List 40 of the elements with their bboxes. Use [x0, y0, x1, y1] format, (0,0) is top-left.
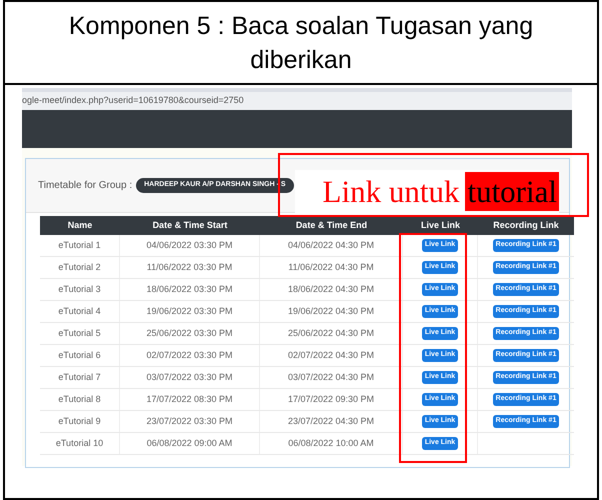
table-cell: 04/06/2022 04:30 PM: [260, 235, 403, 256]
column-header: Name: [66, 218, 94, 232]
table-cell: eTutorial 3: [40, 279, 120, 300]
table-cell: eTutorial 10: [40, 433, 120, 454]
table-cell: 23/07/2022 03:30 PM: [120, 411, 260, 432]
column-header: Date & Time Start: [152, 218, 228, 232]
table-cell: 18/06/2022 04:30 PM: [260, 279, 403, 300]
table-cell: eTutorial 9: [40, 411, 120, 432]
address-bar[interactable]: ogle-meet/index.php?userid=10619780&courseid=2750: [22, 88, 572, 110]
table-cell: 25/06/2022 04:30 PM: [260, 323, 403, 344]
table-cell: 06/08/2022 10:00 AM: [260, 433, 403, 454]
table-cell: 18/06/2022 03:30 PM: [120, 279, 260, 300]
highlighted-word: tutorial: [465, 172, 559, 211]
table-cell: 02/07/2022 03:30 PM: [120, 345, 260, 366]
table-cell: eTutorial 1: [40, 235, 120, 256]
table-cell: 19/06/2022 04:30 PM: [260, 301, 403, 322]
callout-text: Link untuk: [322, 176, 460, 207]
table-cell: eTutorial 4: [40, 301, 120, 322]
column-header: Date & Time End: [294, 218, 368, 232]
column-header: Live Link: [420, 218, 461, 232]
table-cell: 03/07/2022 03:30 PM: [120, 367, 260, 388]
table-cell: eTutorial 5: [40, 323, 120, 344]
table-cell: 04/06/2022 03:30 PM: [120, 235, 260, 256]
table-cell: 25/06/2022 03:30 PM: [120, 323, 260, 344]
table-cell: 03/07/2022 04:30 PM: [260, 367, 403, 388]
page-heading: Komponen 5 : Baca soalan Tugasan yang diberikan: [68, 10, 534, 76]
table-cell: 06/08/2022 09:00 AM: [120, 433, 260, 454]
table-cell: 02/07/2022 04:30 PM: [260, 345, 403, 366]
table-cell: 19/06/2022 03:30 PM: [120, 301, 260, 322]
table-cell: eTutorial 6: [40, 345, 120, 366]
column-header: Recording Link: [492, 218, 560, 232]
table-cell: eTutorial 7: [40, 367, 120, 388]
table-cell: eTutorial 2: [40, 257, 120, 278]
group-label: Timetable for Group :: [38, 179, 132, 193]
table-cell: 23/07/2022 04:30 PM: [260, 411, 403, 432]
table-cell: 17/07/2022 09:30 PM: [260, 389, 403, 410]
table-cell: 17/07/2022 08:30 PM: [120, 389, 260, 410]
table-cell: eTutorial 8: [40, 389, 120, 410]
table-cell: 11/06/2022 03:30 PM: [120, 257, 260, 278]
table-cell: 11/06/2022 04:30 PM: [260, 257, 403, 278]
